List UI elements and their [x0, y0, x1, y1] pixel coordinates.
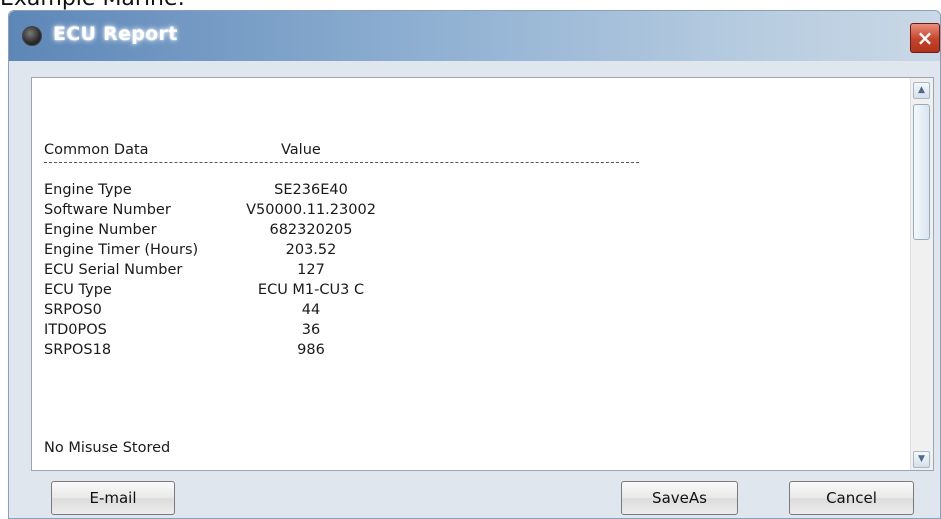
report-row: SRPOS0 44 [44, 302, 644, 322]
row-label: Engine Timer (Hours) [44, 242, 199, 258]
ecu-report-window: ECU Report × Common Data Value Engine Ty… [8, 10, 941, 519]
report-row: Engine Number 682320205 [44, 222, 644, 242]
app-icon [22, 26, 42, 46]
row-label: ECU Type [44, 282, 112, 298]
header-divider [44, 162, 639, 163]
misuse-status-text: No Misuse Stored [44, 440, 171, 456]
report-row: ECU Type ECU M1-CU3 C [44, 282, 644, 302]
report-row: ECU Serial Number 127 [44, 262, 644, 282]
report-row: Engine Timer (Hours) 203.52 [44, 242, 644, 262]
row-value: 682320205 [269, 222, 353, 238]
row-label: Engine Type [44, 182, 132, 198]
title-bar[interactable]: ECU Report × [9, 11, 940, 61]
report-content[interactable]: Common Data Value Engine Type SE236E40 S… [44, 78, 904, 470]
column-header-common-data: Common Data [44, 142, 149, 158]
cancel-button[interactable]: Cancel [789, 481, 914, 515]
window-title: ECU Report [53, 23, 178, 45]
row-value: 203.52 [285, 242, 337, 258]
row-value: SE236E40 [274, 182, 348, 198]
row-value: V50000.11.23002 [246, 202, 376, 218]
row-label: SRPOS18 [44, 342, 112, 358]
row-label: ECU Serial Number [44, 262, 183, 278]
row-value: ECU M1-CU3 C [257, 282, 365, 298]
email-button[interactable]: E-mail [51, 481, 175, 515]
row-label: ITD0POS [44, 322, 107, 338]
report-row: SRPOS18 986 [44, 342, 644, 362]
row-label: Software Number [44, 202, 171, 218]
report-panel: Common Data Value Engine Type SE236E40 S… [31, 77, 934, 471]
report-row: Engine Type SE236E40 [44, 182, 644, 202]
close-button[interactable]: × [910, 23, 940, 53]
row-label: SRPOS0 [44, 302, 102, 318]
row-label: Engine Number [44, 222, 157, 238]
saveas-button[interactable]: SaveAs [621, 481, 738, 515]
row-value: 986 [297, 342, 325, 358]
scroll-down-icon[interactable]: ▼ [913, 451, 930, 468]
scrollbar-thumb[interactable] [913, 104, 930, 240]
vertical-scrollbar[interactable]: ▲ ▼ [910, 78, 933, 470]
column-header-value: Value [281, 142, 321, 158]
row-value: 127 [297, 262, 325, 278]
scroll-up-icon[interactable]: ▲ [913, 82, 930, 99]
row-value: 36 [301, 322, 321, 338]
report-row: ITD0POS 36 [44, 322, 644, 342]
report-row: Software Number V50000.11.23002 [44, 202, 644, 222]
row-value: 44 [301, 302, 321, 318]
